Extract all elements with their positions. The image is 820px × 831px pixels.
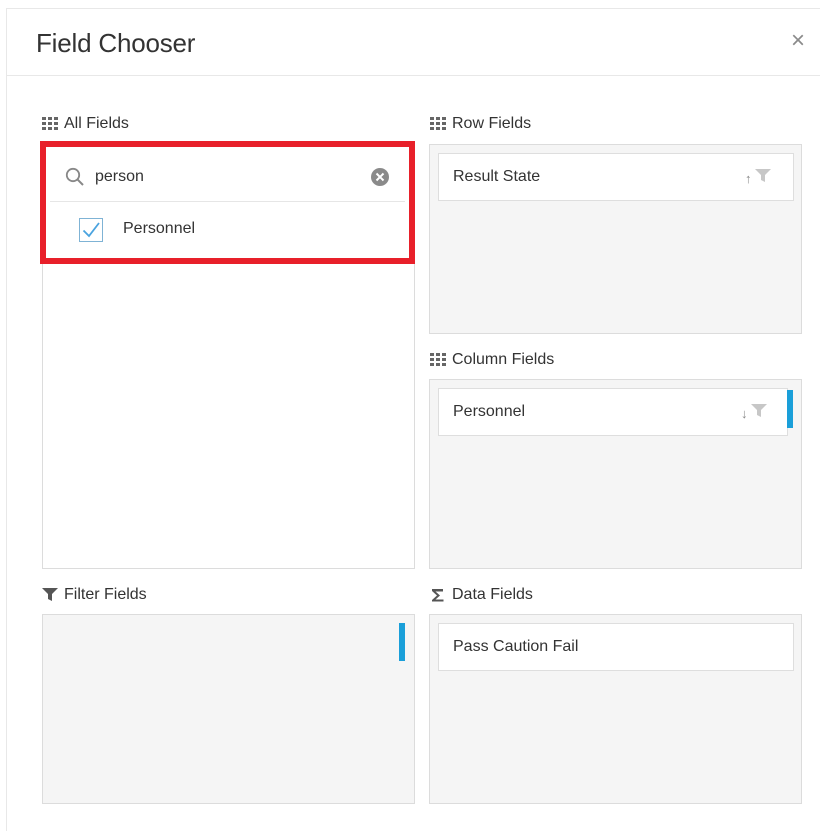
column-fields-label: Column Fields — [430, 350, 554, 370]
search-input[interactable] — [95, 164, 355, 190]
filter-icon[interactable] — [750, 404, 767, 423]
column-field-personnel[interactable]: Personnel ↓ — [438, 388, 788, 436]
tree-item-label: Personnel — [123, 220, 196, 237]
dialog-title: Field Chooser — [36, 28, 196, 58]
row-fields-panel: Result State ↑ — [429, 144, 802, 334]
filter-fields-text: Filter Fields — [64, 586, 147, 603]
tree-item-personnel[interactable]: Personnel — [50, 208, 405, 252]
search-icon — [65, 167, 85, 192]
data-fields-text: Data Fields — [452, 586, 533, 603]
dialog-header: Field Chooser × — [7, 9, 820, 76]
row-fields-label: Row Fields — [430, 114, 531, 134]
grid-icon — [42, 117, 59, 131]
check-icon — [82, 222, 100, 238]
row-fields-text: Row Fields — [452, 115, 532, 132]
field-label: Personnel — [453, 403, 526, 420]
all-fields-text: All Fields — [64, 115, 129, 132]
data-fields-label: Data Fields — [430, 585, 533, 605]
filter-icon — [42, 588, 59, 602]
filter-fields-panel — [42, 614, 415, 804]
grid-icon — [430, 117, 447, 131]
all-fields-label: All Fields — [42, 114, 129, 134]
column-fields-text: Column Fields — [452, 351, 555, 368]
column-fields-panel: Personnel ↓ — [429, 379, 802, 569]
personnel-checkbox[interactable] — [79, 218, 103, 242]
field-label: Result State — [453, 168, 541, 185]
sigma-icon — [430, 588, 447, 602]
drop-indicator — [787, 390, 793, 428]
filter-icon[interactable] — [754, 169, 771, 188]
sort-asc-icon[interactable]: ↑ — [745, 171, 752, 187]
drop-indicator — [399, 623, 405, 661]
sort-desc-icon[interactable]: ↓ — [741, 406, 748, 422]
field-search-box — [50, 152, 405, 202]
data-field-pass-caution-fail[interactable]: Pass Caution Fail — [438, 623, 794, 671]
clear-search-icon[interactable] — [371, 168, 389, 191]
filter-fields-label: Filter Fields — [42, 585, 147, 605]
field-label: Pass Caution Fail — [453, 638, 579, 655]
close-icon[interactable]: × — [787, 29, 809, 53]
row-field-result-state[interactable]: Result State ↑ — [438, 153, 794, 201]
data-fields-panel: Pass Caution Fail — [429, 614, 802, 804]
grid-icon — [430, 353, 447, 367]
